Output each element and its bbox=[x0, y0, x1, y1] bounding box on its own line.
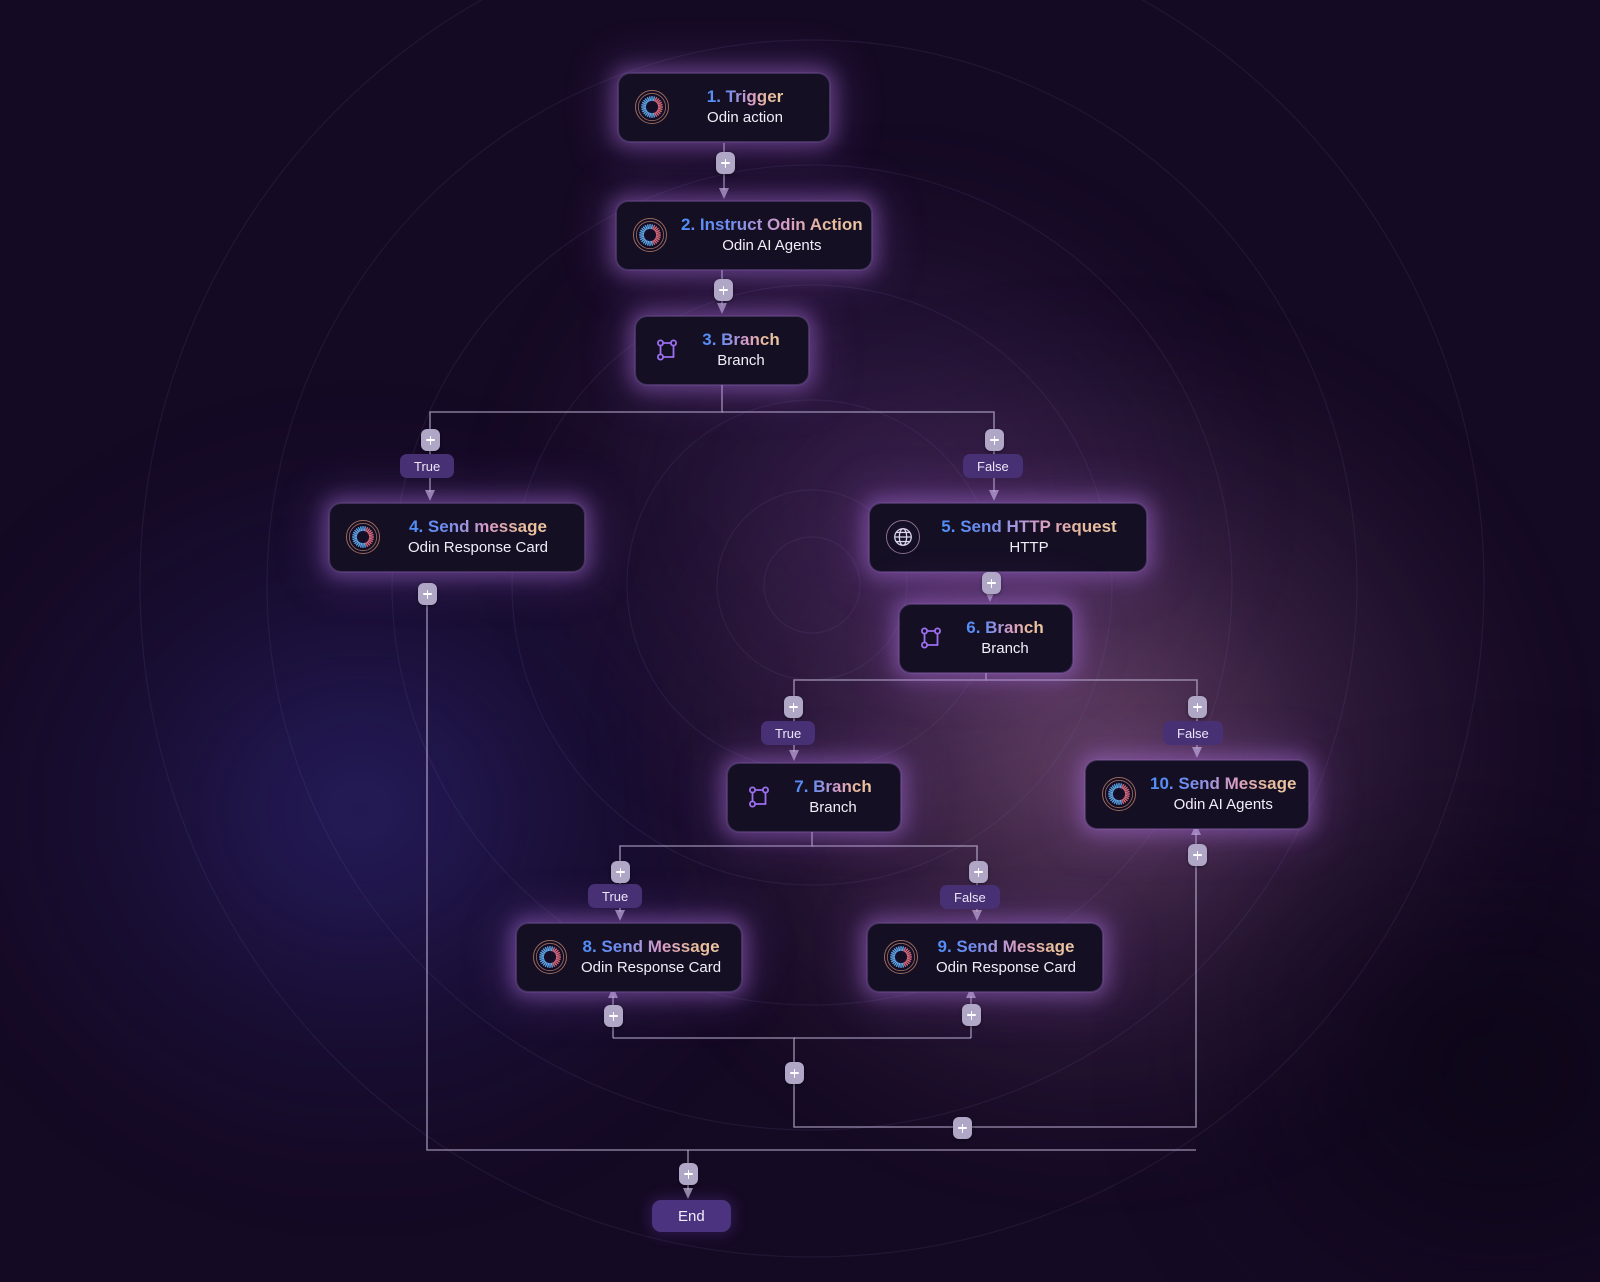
workflow-node-n7[interactable]: 7. Branch Branch bbox=[727, 763, 901, 832]
add-step-button[interactable] bbox=[421, 429, 440, 451]
node-text-block: 3. Branch Branch bbox=[696, 329, 786, 372]
add-step-button[interactable] bbox=[714, 279, 733, 301]
branch-label-false: False bbox=[940, 885, 1000, 909]
workflow-node-n2[interactable]: 2. Instruct Odin Action Odin AI Agents bbox=[616, 201, 872, 270]
odin-avatar-icon bbox=[884, 940, 918, 975]
branch-label-true: True bbox=[761, 721, 816, 745]
end-node-label: End bbox=[678, 1207, 705, 1225]
odin-avatar-icon bbox=[633, 218, 667, 253]
branch-label-true: True bbox=[588, 884, 643, 908]
add-step-button[interactable] bbox=[953, 1117, 972, 1139]
workflow-node-n10[interactable]: 10. Send Message Odin AI Agents bbox=[1085, 760, 1309, 829]
add-step-button[interactable] bbox=[969, 861, 988, 883]
branch-icon bbox=[744, 782, 774, 812]
workflow-canvas[interactable]: 1. Trigger Odin action 2. Instruct Odin A… bbox=[0, 0, 1600, 1282]
add-step-button[interactable] bbox=[611, 861, 630, 883]
node-title: 6. Branch bbox=[966, 618, 1044, 637]
add-step-button[interactable] bbox=[1188, 844, 1207, 866]
add-step-button[interactable] bbox=[784, 696, 803, 718]
add-step-button[interactable] bbox=[604, 1005, 623, 1027]
workflow-node-n4[interactable]: 4. Send message Odin Response Card bbox=[329, 503, 585, 572]
odin-avatar-icon bbox=[533, 940, 567, 975]
node-text-block: 2. Instruct Odin Action Odin AI Agents bbox=[681, 214, 863, 257]
node-subtitle: Odin Response Card bbox=[581, 959, 722, 977]
branch-label-true: True bbox=[400, 454, 455, 478]
node-text-block: 4. Send message Odin Response Card bbox=[394, 516, 562, 559]
node-subtitle: HTTP bbox=[1009, 539, 1049, 557]
node-title: 4. Send message bbox=[409, 517, 547, 536]
add-step-button[interactable] bbox=[785, 1062, 804, 1084]
background-rings bbox=[139, 0, 1485, 1258]
workflow-node-n5[interactable]: 5. Send HTTP request HTTP bbox=[869, 503, 1147, 572]
node-text-block: 1. Trigger Odin action bbox=[683, 86, 807, 129]
add-step-button[interactable] bbox=[982, 572, 1001, 594]
node-title: 8. Send Message bbox=[582, 937, 720, 956]
add-step-button[interactable] bbox=[1188, 696, 1207, 718]
node-title: 1. Trigger bbox=[706, 87, 784, 106]
branch-label-false: False bbox=[963, 454, 1023, 478]
workflow-node-n9[interactable]: 9. Send Message Odin Response Card bbox=[867, 923, 1103, 992]
node-title: 3. Branch bbox=[702, 330, 780, 349]
background-glow-violet bbox=[520, 180, 1240, 820]
workflow-node-n8[interactable]: 8. Send Message Odin Response Card bbox=[516, 923, 742, 992]
node-title: 10. Send Message bbox=[1150, 774, 1297, 793]
add-step-button[interactable] bbox=[962, 1004, 981, 1026]
end-node[interactable]: End bbox=[652, 1200, 731, 1232]
node-text-block: 8. Send Message Odin Response Card bbox=[581, 936, 721, 979]
add-step-button[interactable] bbox=[418, 583, 437, 605]
workflow-node-n3[interactable]: 3. Branch Branch bbox=[635, 316, 809, 385]
node-title: 7. Branch bbox=[794, 777, 872, 796]
branch-icon bbox=[652, 335, 682, 365]
node-text-block: 7. Branch Branch bbox=[788, 776, 878, 819]
node-subtitle: Branch bbox=[717, 352, 765, 370]
node-subtitle: Branch bbox=[809, 799, 857, 817]
branch-icon bbox=[916, 623, 946, 653]
node-text-block: 6. Branch Branch bbox=[960, 617, 1050, 660]
odin-avatar-icon bbox=[1102, 777, 1136, 812]
node-subtitle: Odin AI Agents bbox=[1173, 796, 1273, 814]
background-glow-pink bbox=[640, 330, 1540, 1160]
odin-avatar-icon bbox=[346, 520, 380, 555]
workflow-connectors bbox=[425, 143, 1202, 1199]
node-title: 2. Instruct Odin Action bbox=[681, 215, 863, 234]
node-subtitle: Odin Response Card bbox=[935, 959, 1077, 977]
add-step-button[interactable] bbox=[716, 152, 735, 174]
globe-icon bbox=[886, 520, 920, 555]
node-text-block: 9. Send Message Odin Response Card bbox=[932, 936, 1080, 979]
node-title: 5. Send HTTP request bbox=[941, 517, 1117, 536]
add-step-button[interactable] bbox=[985, 429, 1004, 451]
node-subtitle: Odin action bbox=[707, 109, 783, 127]
node-title: 9. Send Message bbox=[937, 937, 1075, 956]
node-text-block: 5. Send HTTP request HTTP bbox=[934, 516, 1124, 559]
odin-avatar-icon bbox=[635, 90, 669, 125]
node-subtitle: Odin AI Agents bbox=[722, 237, 822, 255]
node-subtitle: Odin Response Card bbox=[407, 539, 549, 557]
add-step-button[interactable] bbox=[679, 1163, 698, 1185]
node-text-block: 10. Send Message Odin AI Agents bbox=[1150, 773, 1296, 816]
background-vignette bbox=[1150, 760, 1600, 1282]
workflow-node-n1[interactable]: 1. Trigger Odin action bbox=[618, 73, 830, 142]
workflow-node-n6[interactable]: 6. Branch Branch bbox=[899, 604, 1073, 673]
node-subtitle: Branch bbox=[981, 640, 1029, 658]
branch-label-false: False bbox=[1163, 721, 1223, 745]
